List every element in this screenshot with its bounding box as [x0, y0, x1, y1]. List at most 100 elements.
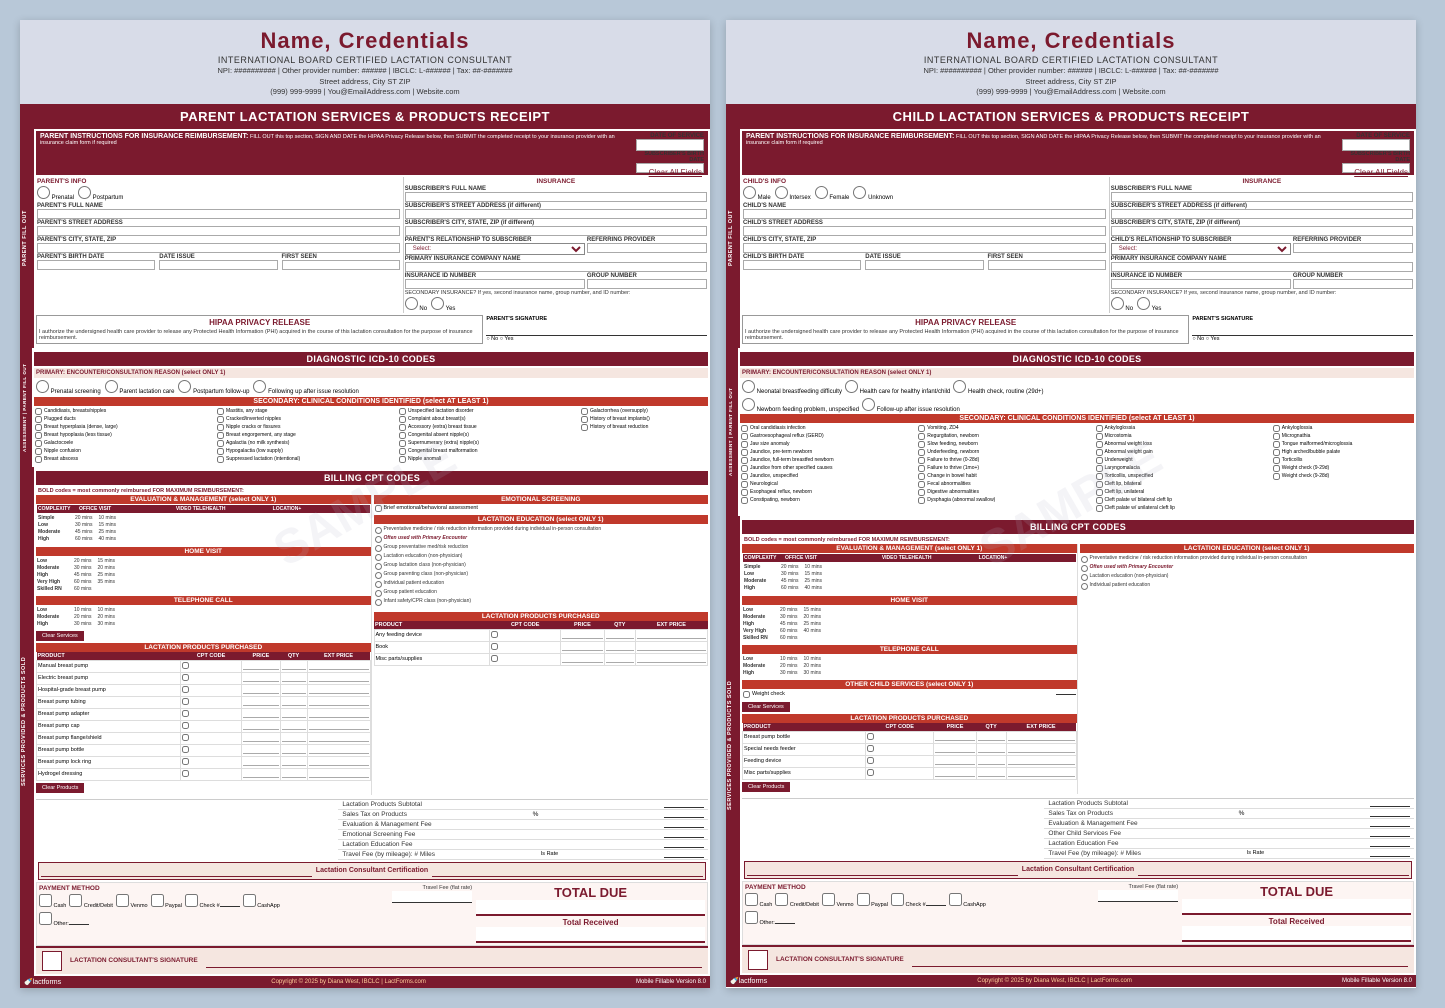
condition-checkbox[interactable]: [918, 489, 925, 496]
right-unknown-radio[interactable]: [853, 186, 866, 199]
condition-checkbox[interactable]: [35, 432, 42, 439]
right-male-radio[interactable]: [743, 186, 756, 199]
left-clear-products-btn[interactable]: Clear Products: [36, 783, 84, 793]
right-total-due-field[interactable]: [1182, 899, 1411, 915]
condition-checkbox[interactable]: [1273, 465, 1280, 472]
condition-checkbox[interactable]: [217, 440, 224, 447]
condition-checkbox[interactable]: [918, 425, 925, 432]
left-product-cpt-cb[interactable]: [182, 686, 189, 693]
condition-checkbox[interactable]: [741, 489, 748, 496]
right-subscriber-city-input[interactable]: [1111, 226, 1413, 236]
condition-checkbox[interactable]: [741, 433, 748, 440]
right-child-city-input[interactable]: [743, 243, 1106, 253]
left-edu-radio[interactable]: [375, 563, 382, 570]
left-product-cpt-cb[interactable]: [182, 734, 189, 741]
condition-checkbox[interactable]: [918, 441, 925, 448]
right-clear-services-btn[interactable]: Clear Services: [742, 702, 790, 712]
left-first-seen-input[interactable]: [282, 260, 400, 270]
condition-checkbox[interactable]: [741, 449, 748, 456]
right-travel-fee-amount[interactable]: [1370, 850, 1410, 857]
left-product-ext[interactable]: [309, 674, 369, 682]
left-product-cpt-cb[interactable]: [182, 674, 189, 681]
left-product-qty[interactable]: [282, 734, 306, 742]
left-subscriber-street-input[interactable]: [405, 209, 707, 219]
left-referring-input[interactable]: [587, 243, 707, 253]
right-secondary-yes[interactable]: [1137, 297, 1150, 310]
condition-checkbox[interactable]: [35, 448, 42, 455]
right-first-seen-input[interactable]: [988, 260, 1106, 270]
condition-checkbox[interactable]: [741, 473, 748, 480]
condition-checkbox[interactable]: [918, 473, 925, 480]
condition-checkbox[interactable]: [741, 457, 748, 464]
right-date-of-service-field[interactable]: [1342, 139, 1410, 151]
condition-checkbox[interactable]: [1273, 449, 1280, 456]
right-tax-amount[interactable]: [1370, 810, 1410, 817]
left-product-qty[interactable]: [282, 698, 306, 706]
left-parent-address-input[interactable]: [37, 226, 400, 236]
condition-checkbox[interactable]: [35, 408, 42, 415]
left-product-qty[interactable]: [282, 770, 306, 778]
condition-checkbox[interactable]: [217, 416, 224, 423]
left-edu-radio[interactable]: [375, 590, 382, 597]
left-product-cpt-cb[interactable]: [182, 698, 189, 705]
left-edu-radio[interactable]: [375, 599, 382, 606]
left-product-price[interactable]: [243, 734, 278, 742]
left-product-price[interactable]: [243, 710, 278, 718]
left-subtotal-amount[interactable]: [664, 801, 704, 808]
condition-checkbox[interactable]: [1096, 441, 1103, 448]
condition-checkbox[interactable]: [399, 416, 406, 423]
right-referring-input[interactable]: [1293, 243, 1413, 253]
left-product-cpt-cb[interactable]: [182, 710, 189, 717]
condition-checkbox[interactable]: [1096, 449, 1103, 456]
left-tax-amount[interactable]: [664, 811, 704, 818]
left-ins-id-input[interactable]: [405, 279, 585, 289]
left-product-ext[interactable]: [309, 698, 369, 706]
condition-checkbox[interactable]: [1096, 457, 1103, 464]
condition-checkbox[interactable]: [35, 456, 42, 463]
condition-checkbox[interactable]: [1096, 497, 1103, 504]
condition-checkbox[interactable]: [399, 432, 406, 439]
right-edu-radio[interactable]: [1081, 556, 1088, 563]
condition-checkbox[interactable]: [581, 416, 588, 423]
left-total-due-field[interactable]: [476, 900, 705, 916]
right-child-dob-input[interactable]: [743, 260, 861, 270]
left-secondary-no[interactable]: [405, 297, 418, 310]
left-edu-radio[interactable]: [375, 581, 382, 588]
condition-checkbox[interactable]: [918, 465, 925, 472]
left-product-cpt-cb[interactable]: [182, 770, 189, 777]
right-sig-line[interactable]: [912, 953, 1408, 967]
left-product-qty[interactable]: [282, 758, 306, 766]
right-subscriber-name-input[interactable]: [1111, 192, 1413, 202]
left-edu-radio[interactable]: [375, 527, 382, 534]
left-product-ext[interactable]: [309, 710, 369, 718]
left-secondary-yes[interactable]: [431, 297, 444, 310]
left-hipaa-sig-line[interactable]: [486, 322, 707, 336]
left-date-issue-input[interactable]: [159, 260, 277, 270]
left-product-price[interactable]: [243, 698, 278, 706]
left-travel-fee-amount[interactable]: [664, 851, 704, 858]
left-travel-flat-input[interactable]: [392, 891, 472, 903]
condition-checkbox[interactable]: [1096, 433, 1103, 440]
left-product-price[interactable]: [243, 746, 278, 754]
left-product-price[interactable]: [243, 662, 278, 670]
left-clear-all-button[interactable]: Clear All Fields: [649, 168, 702, 177]
right-edu-radio[interactable]: [1081, 565, 1088, 572]
left-product-price[interactable]: [243, 674, 278, 682]
condition-checkbox[interactable]: [217, 408, 224, 415]
left-clear-services-btn[interactable]: Clear Services: [36, 631, 84, 641]
right-secondary-no[interactable]: [1111, 297, 1124, 310]
left-subscriber-city-input[interactable]: [405, 226, 707, 236]
right-female-radio[interactable]: [815, 186, 828, 199]
left-product-ext[interactable]: [309, 734, 369, 742]
condition-checkbox[interactable]: [217, 456, 224, 463]
condition-checkbox[interactable]: [918, 433, 925, 440]
right-emotional-fee-amount[interactable]: [1370, 830, 1410, 837]
right-clear-all-button[interactable]: Clear AlI Fields: [1354, 168, 1408, 177]
condition-checkbox[interactable]: [399, 448, 406, 455]
left-edu-radio[interactable]: [375, 554, 382, 561]
condition-checkbox[interactable]: [741, 425, 748, 432]
left-product-cpt-cb[interactable]: [182, 746, 189, 753]
condition-checkbox[interactable]: [741, 465, 748, 472]
right-clear-products-btn[interactable]: Clear Products: [742, 782, 790, 792]
left-product-cpt-cb[interactable]: [182, 662, 189, 669]
